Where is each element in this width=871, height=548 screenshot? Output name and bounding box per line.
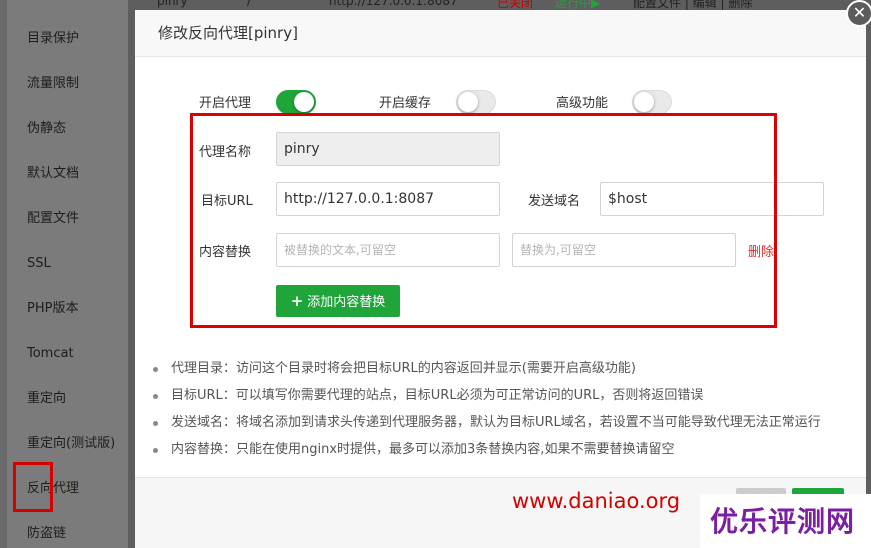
sidebar-item-ssl[interactable]: SSL	[27, 255, 51, 273]
sidebar-item-dir-protect[interactable]: 目录保护	[27, 30, 79, 48]
sidebar-item-traffic-limit[interactable]: 流量限制	[27, 75, 79, 93]
bg-url: http://127.0.0.1:8087	[329, 0, 458, 8]
annotation-red-frame	[190, 113, 777, 328]
enable-proxy-toggle[interactable]	[276, 90, 316, 114]
toggle-knob	[458, 92, 478, 112]
background-table-row: pinry / http://127.0.0.1:8087 已关闭 运行中▶ 配…	[135, 0, 775, 10]
advanced-features-label: 高级功能	[556, 96, 609, 111]
close-icon[interactable]: ✕	[846, 0, 871, 27]
note-item: 发送域名：将域名添加到请求头传递到代理服务器，默认为目标URL域名，若设置不当可…	[149, 414, 821, 441]
dialog-title: 修改反向代理[pinry]	[135, 10, 866, 57]
toggles-row: 开启代理 开启缓存 高级功能	[135, 90, 866, 114]
sidebar-item-php-version[interactable]: PHP版本	[27, 300, 78, 318]
reverse-proxy-highlight-box	[13, 462, 53, 512]
sidebar-item-config-file[interactable]: 配置文件	[27, 210, 79, 228]
bg-dir: /	[247, 0, 252, 8]
watermark-url: www.daniao.org	[512, 489, 681, 513]
sidebar-item-rewrite[interactable]: 伪静态	[27, 120, 66, 138]
sidebar-item-hotlink[interactable]: 防盗链	[27, 525, 66, 543]
note-item: 目标URL：可以填写你需要代理的站点，目标URL必须为可正常访问的URL，否则将…	[149, 387, 821, 414]
edit-reverse-proxy-dialog: 修改反向代理[pinry] 开启代理 开启缓存 高级功能 代理名称 pinry …	[135, 10, 866, 548]
watermark-site-name: 优乐评测网	[710, 505, 856, 538]
enable-cache-label: 开启缓存	[379, 96, 432, 111]
toggle-knob	[294, 92, 314, 112]
enable-proxy-label: 开启代理	[199, 96, 252, 111]
enable-cache-toggle[interactable]	[456, 90, 496, 114]
bg-site-name: pinry	[157, 0, 188, 8]
note-item: 代理目录：访问这个目录时将会把目标URL的内容返回并显示(需要开启高级功能)	[149, 360, 821, 387]
sidebar-item-redirect-beta[interactable]: 重定向(测试版)	[27, 435, 115, 453]
toggle-knob	[634, 92, 654, 112]
sidebar-edge	[0, 0, 7, 548]
advanced-features-toggle[interactable]	[632, 90, 672, 114]
sidebar-item-redirect[interactable]: 重定向	[27, 390, 66, 408]
sidebar-item-tomcat[interactable]: Tomcat	[27, 345, 74, 363]
note-item: 内容替换：只能在使用nginx时提供，最多可以添加3条替换内容,如果不需要替换请…	[149, 441, 821, 468]
help-notes: 代理目录：访问这个目录时将会把目标URL的内容返回并显示(需要开启高级功能) 目…	[149, 360, 821, 468]
sidebar-item-default-doc[interactable]: 默认文档	[27, 165, 79, 183]
